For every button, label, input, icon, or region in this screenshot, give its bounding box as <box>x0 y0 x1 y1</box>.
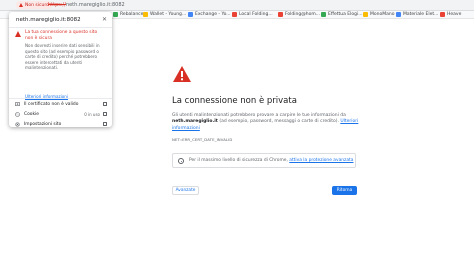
cookie-icon <box>15 111 20 117</box>
bookmark-label: Rebalance <box>120 12 144 17</box>
certificate-label: Il certificato non è valido <box>24 101 79 107</box>
warning-title: La tua connessione a questo sito non è s… <box>25 30 98 41</box>
security-chip[interactable]: Non sicuro <box>16 1 52 9</box>
warning-icon <box>19 3 23 7</box>
warning-description: Gli utenti malintenzionati potrebbero pr… <box>172 113 372 132</box>
bookmark-item[interactable]: Local Folding... <box>232 12 273 17</box>
bookmark-item[interactable]: Rebalance <box>113 12 143 17</box>
divider <box>9 98 112 99</box>
site-settings-row[interactable]: Impostazioni sito <box>15 120 107 128</box>
warning-icon <box>173 66 191 86</box>
address-bar[interactable]: https://neth.maregiglio.it:8082 <box>48 2 125 8</box>
enable-protection-link[interactable]: attiva la protezione avanzata <box>289 158 353 163</box>
bookmark-label: Materiale Elet... <box>403 12 439 17</box>
bookmark-label: Effettua Elogi... <box>328 12 363 17</box>
open-external-icon <box>103 112 107 116</box>
bookmark-item[interactable]: Exchange - Yo... <box>188 12 231 17</box>
description-text: Gli utenti malintenzionati potrebbero pr… <box>172 113 346 118</box>
bookmark-favicon-icon <box>113 12 118 17</box>
bookmark-favicon-icon <box>188 12 193 17</box>
bookmark-favicon-icon <box>232 12 237 17</box>
open-external-icon <box>103 102 107 106</box>
bookmark-item[interactable]: Folding@hom... <box>278 12 320 17</box>
page-title: La connessione non è privata <box>172 96 297 106</box>
close-icon[interactable]: ✕ <box>102 16 107 23</box>
bookmark-label: Local Folding... <box>239 12 273 17</box>
bookmark-item[interactable]: Materiale Elet... <box>396 12 438 17</box>
site-settings-label: Impostazioni sito <box>24 121 62 127</box>
url-host: neth.maregiglio.it:8082 <box>65 2 125 8</box>
bookmark-item[interactable]: Heave <box>440 12 461 17</box>
cookies-count: 0 in uso <box>84 111 100 117</box>
cookies-row[interactable]: Cookie 0 in uso <box>15 110 107 118</box>
popup-host: neth.maregiglio.it:8082 <box>16 17 81 23</box>
bookmark-favicon-icon <box>396 12 401 17</box>
browser-toolbar: Non sicuro https://neth.maregiglio.it:80… <box>0 0 474 11</box>
divider <box>9 27 112 28</box>
url-protocol: https:// <box>48 2 66 8</box>
warning-icon <box>15 31 21 37</box>
protection-label: Per il massimo livello di sicurezza di C… <box>189 158 290 163</box>
certificate-icon <box>15 101 20 106</box>
cookies-label: Cookie <box>24 111 39 117</box>
bookmark-label: Wallet - Young... <box>150 12 187 17</box>
enhanced-protection-banner: Per il massimo livello di sicurezza di C… <box>172 153 356 168</box>
bookmark-favicon-icon <box>278 12 283 17</box>
description-text: (ad esempio, password, messaggi o carte … <box>217 119 341 125</box>
warning-text: Non dovresti inserire dati sensibili in … <box>25 43 100 71</box>
gear-icon <box>15 121 20 127</box>
bookmark-favicon-icon <box>363 12 368 17</box>
bookmark-item[interactable]: Effettua Elogi... <box>321 12 363 17</box>
error-code: NET::ERR_CERT_DATE_INVALID <box>172 137 233 142</box>
lightbulb-icon <box>178 157 184 164</box>
security-chip-label: Non sicuro <box>25 2 49 8</box>
bookmark-label: Exchange - Yo... <box>195 12 231 17</box>
bookmark-item[interactable]: MonoMano <box>363 12 395 17</box>
bookmark-label: Heave <box>447 12 462 17</box>
back-to-safety-button[interactable]: Ritorna <box>332 186 357 195</box>
advanced-button[interactable]: Avanzate <box>172 186 199 195</box>
site-info-popup: neth.maregiglio.it:8082 ✕ La tua conness… <box>9 12 112 127</box>
description-host: neth.maregiglio.it <box>172 119 218 125</box>
bookmark-favicon-icon <box>321 12 326 17</box>
bookmark-item[interactable]: Wallet - Young... <box>143 12 186 17</box>
browser-window: Non sicuro https://neth.maregiglio.it:80… <box>0 0 474 263</box>
protection-text: Per il massimo livello di sicurezza di C… <box>189 158 353 163</box>
bookmark-label: Folding@hom... <box>285 12 321 17</box>
bookmark-favicon-icon <box>143 12 148 17</box>
bookmark-favicon-icon <box>440 12 445 17</box>
bookmark-label: MonoMano <box>370 12 395 17</box>
open-external-icon <box>103 122 107 126</box>
certificate-row[interactable]: Il certificato non è valido <box>15 100 107 108</box>
